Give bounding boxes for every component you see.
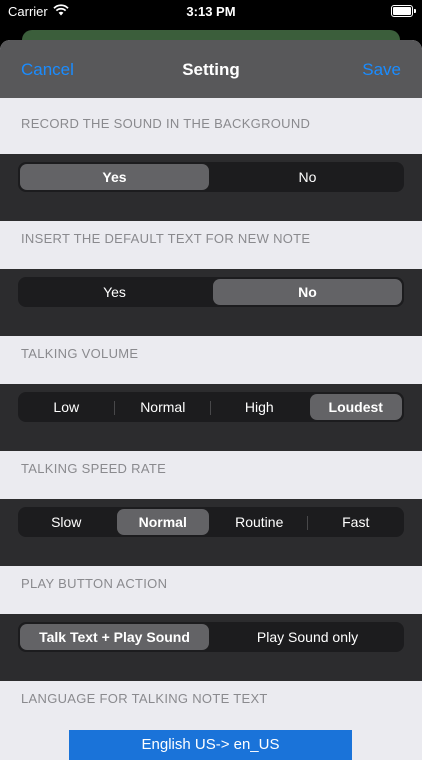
segment-option[interactable]: Normal <box>116 509 209 535</box>
segmented-control: Yes No <box>18 162 404 192</box>
navigation-bar: Cancel Setting Save <box>0 40 422 98</box>
settings-section: TALKING SPEED RATE Slow Normal Routine Fast <box>0 443 422 566</box>
settings-section: INSERT THE DEFAULT TEXT FOR NEW NOTE Yes N… <box>0 213 422 336</box>
status-bar: Carrier 3:13 PM <box>0 0 422 24</box>
segment-option[interactable]: Low <box>20 394 113 420</box>
section-header: TALKING SPEED RATE <box>21 461 167 476</box>
section-header: TALKING VOLUME <box>21 346 139 361</box>
segmented-control: Yes No <box>18 277 404 307</box>
settings-section: PLAY BUTTON ACTION Talk Text + Play Sound… <box>0 558 422 681</box>
segmented-control: Low Normal High Loudest <box>18 392 404 422</box>
section-header: INSERT THE DEFAULT TEXT FOR NEW NOTE <box>21 231 311 246</box>
section-header: LANGUAGE FOR TALKING NOTE TEXT <box>21 691 268 706</box>
section-header: PLAY BUTTON ACTION <box>21 576 168 591</box>
section-body: Low Normal High Loudest <box>0 384 422 451</box>
section-body: Yes No <box>0 154 422 221</box>
status-time: 3:13 PM <box>186 4 236 19</box>
segmented-control: Talk Text + Play Sound Play Sound only <box>18 622 404 652</box>
segment-option[interactable]: Loudest <box>309 394 402 420</box>
segment-option[interactable]: Normal <box>113 394 210 420</box>
language-button[interactable]: English US-> en_US <box>69 730 352 760</box>
segment-option[interactable]: Play Sound only <box>213 624 402 650</box>
section-header: RECORD THE SOUND IN THE BACKGROUND <box>21 116 311 131</box>
save-button[interactable]: Save <box>362 60 401 80</box>
segment-option[interactable]: Yes <box>20 164 209 190</box>
page-title: Setting <box>182 60 240 79</box>
segment-option[interactable]: No <box>213 279 402 305</box>
settings-sheet: Cancel Setting Save RECORD THE SOUND IN … <box>0 40 422 760</box>
section-body: Slow Normal Routine Fast <box>0 499 422 566</box>
segment-option[interactable]: Slow <box>20 509 113 535</box>
segment-option[interactable]: Fast <box>306 509 403 535</box>
settings-section: TALKING VOLUME Low Normal High Loudest <box>0 328 422 451</box>
segment-option[interactable]: High <box>210 394 306 420</box>
segment-option[interactable]: Routine <box>213 509 306 535</box>
segmented-control: Slow Normal Routine Fast <box>18 507 404 537</box>
battery-icon <box>391 5 416 17</box>
settings-section: RECORD THE SOUND IN THE BACKGROUND Yes No <box>0 98 422 221</box>
segment-option[interactable]: No <box>213 164 402 190</box>
section-body: Talk Text + Play Sound Play Sound only <box>0 614 422 681</box>
section-body: Yes No <box>0 269 422 336</box>
segment-option[interactable]: Talk Text + Play Sound <box>20 624 209 650</box>
segment-option[interactable]: Yes <box>20 279 209 305</box>
